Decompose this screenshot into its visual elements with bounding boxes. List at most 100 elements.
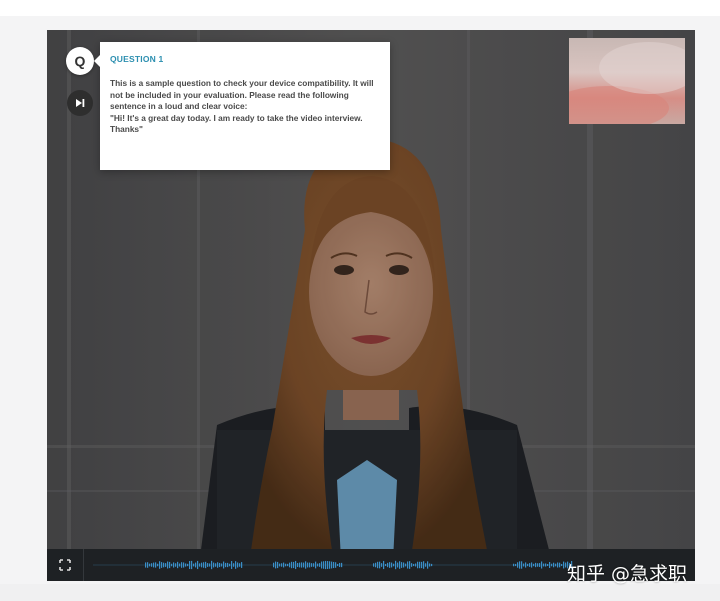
waveform-bar bbox=[413, 563, 415, 567]
waveform-bar bbox=[285, 563, 287, 567]
waveform-bar bbox=[163, 562, 165, 568]
waveform-bar bbox=[283, 562, 285, 568]
watermark-text: 知乎 @急求职 bbox=[567, 563, 688, 585]
waveform-bar bbox=[553, 562, 555, 568]
fullscreen-button[interactable] bbox=[53, 554, 77, 576]
waveform-bar bbox=[177, 561, 179, 569]
waveform-bar bbox=[277, 561, 279, 569]
waveform-bar bbox=[339, 562, 341, 568]
waveform-bar bbox=[165, 563, 167, 567]
waveform-bar bbox=[189, 560, 191, 570]
waveform-bar bbox=[291, 561, 293, 569]
waveform-bar bbox=[375, 562, 377, 568]
waveform-bar bbox=[225, 562, 227, 568]
waveform-bar bbox=[197, 560, 199, 570]
waveform-bar bbox=[159, 561, 161, 569]
waveform-bar bbox=[517, 562, 519, 568]
waveform-bar bbox=[419, 561, 421, 569]
waveform-bar bbox=[205, 561, 207, 569]
waveform-bar bbox=[239, 563, 241, 567]
waveform-bar bbox=[403, 562, 405, 568]
waveform-bar bbox=[557, 562, 559, 568]
waveform-bar bbox=[323, 561, 325, 569]
skip-button[interactable] bbox=[67, 90, 93, 116]
waveform-bar bbox=[193, 563, 195, 567]
waveform-bar bbox=[381, 563, 383, 567]
waveform-bar bbox=[539, 563, 541, 567]
waveform-bar bbox=[305, 561, 307, 569]
fullscreen-icon bbox=[59, 559, 71, 571]
waveform-bar bbox=[213, 562, 215, 568]
waveform-bar bbox=[529, 563, 531, 567]
waveform-bar bbox=[399, 561, 401, 569]
waveform-bar bbox=[411, 563, 413, 567]
waveform-bar bbox=[535, 562, 537, 568]
waveform-bar bbox=[341, 562, 343, 568]
waveform-bar bbox=[527, 563, 529, 567]
self-camera-feed bbox=[569, 42, 685, 124]
waveform-bar bbox=[185, 563, 187, 567]
waveform-bar bbox=[169, 561, 171, 569]
question-title: QUESTION 1 bbox=[110, 54, 164, 64]
waveform-bar bbox=[151, 563, 153, 567]
audio-waveform bbox=[93, 560, 573, 570]
top-strip bbox=[0, 0, 720, 16]
waveform-bar bbox=[181, 562, 183, 568]
waveform-bar bbox=[319, 563, 321, 567]
question-quote: "Hi! It's a great day today. I am ready … bbox=[110, 112, 363, 135]
waveform-bar bbox=[387, 562, 389, 568]
waveform-bar bbox=[217, 562, 219, 568]
waveform-bar bbox=[215, 563, 217, 567]
video-interview-stage: Q QUESTION 1 This is a sample question t… bbox=[47, 30, 695, 581]
waveform-bar bbox=[325, 560, 327, 570]
waveform-bar bbox=[183, 562, 185, 568]
waveform-bar bbox=[161, 562, 163, 568]
waveform-bar bbox=[223, 561, 225, 569]
waveform-bar bbox=[175, 563, 177, 567]
waveform-bar bbox=[313, 563, 315, 567]
waveform-bar bbox=[563, 561, 565, 569]
waveform-bar bbox=[155, 562, 157, 568]
waveform-bar bbox=[431, 563, 433, 567]
waveform-bar bbox=[279, 563, 281, 567]
waveform-bar bbox=[321, 561, 323, 569]
question-card: QUESTION 1 This is a sample question to … bbox=[94, 42, 390, 170]
waveform-bar bbox=[209, 563, 211, 567]
waveform-bar bbox=[145, 562, 147, 568]
waveform-bar bbox=[519, 561, 521, 569]
waveform-bar bbox=[219, 562, 221, 568]
waveform-bar bbox=[295, 560, 297, 570]
waveform-bar bbox=[513, 563, 515, 567]
waveform-bar bbox=[157, 563, 159, 567]
waveform-bar bbox=[523, 563, 525, 567]
waveform-bar bbox=[315, 561, 317, 569]
waveform-bar bbox=[391, 562, 393, 568]
waveform-bar bbox=[233, 563, 235, 567]
waveform-bar bbox=[297, 562, 299, 568]
waveform-bar bbox=[429, 563, 431, 567]
waveform-bar bbox=[173, 562, 175, 568]
waveform-bar bbox=[221, 563, 223, 567]
waveform-bar bbox=[543, 563, 545, 567]
waveform-bar bbox=[333, 561, 335, 569]
waveform-bar bbox=[147, 562, 149, 568]
bottom-strip bbox=[0, 584, 720, 601]
waveform-bar bbox=[377, 561, 379, 569]
waveform-bar bbox=[409, 561, 411, 569]
waveform-bar bbox=[545, 563, 547, 567]
waveform-bar bbox=[281, 563, 283, 567]
waveform-bar bbox=[293, 561, 295, 569]
waveform-bar bbox=[525, 562, 527, 568]
waveform-bar bbox=[207, 563, 209, 567]
waveform-bar bbox=[407, 561, 409, 569]
waveform-bar bbox=[299, 562, 301, 568]
waveform-bar bbox=[307, 562, 309, 568]
waveform-bar bbox=[329, 561, 331, 569]
waveform-bar bbox=[229, 563, 231, 567]
waveform-bar bbox=[421, 561, 423, 569]
waveform-bar bbox=[337, 563, 339, 567]
waveform-bar bbox=[547, 563, 549, 567]
waveform-bar bbox=[211, 560, 213, 570]
waveform-bar bbox=[195, 562, 197, 568]
waveform-bar bbox=[231, 561, 233, 569]
